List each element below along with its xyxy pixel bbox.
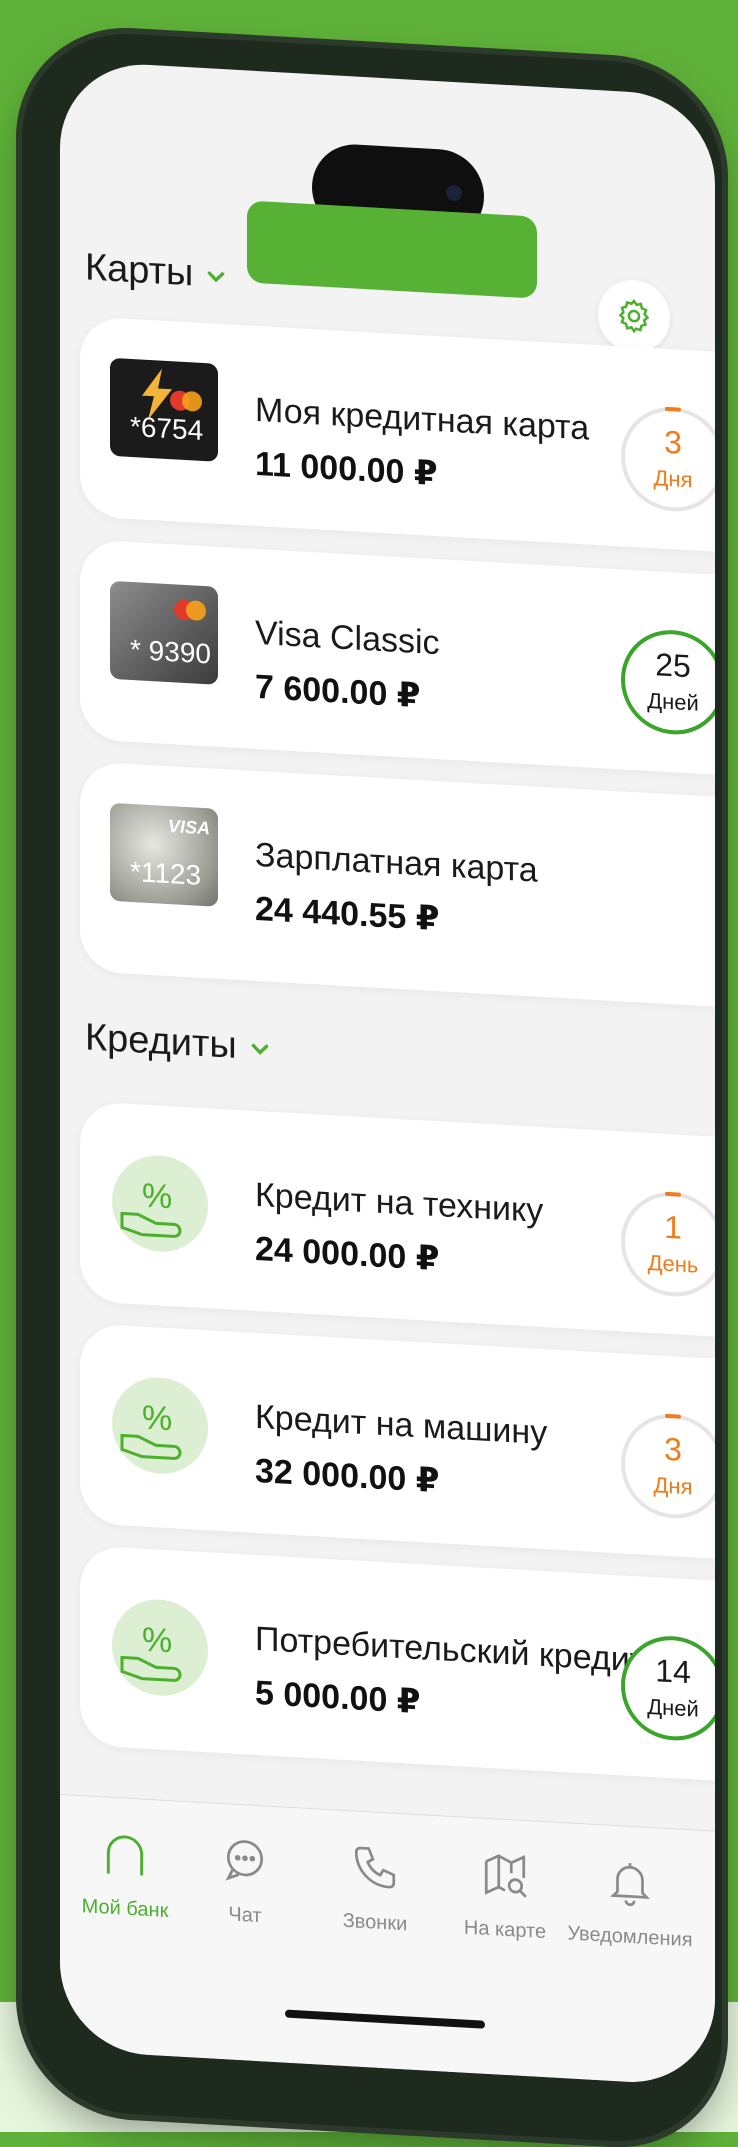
card-item[interactable]: VISA *1123 Зарплатная карта 24 440.55 ₽: [80, 761, 715, 1010]
visa-logo: VISA: [167, 816, 210, 839]
tab-label: Звонки: [342, 1909, 408, 1936]
mastercard-logo-icon: [170, 390, 202, 412]
top-banner: [247, 200, 537, 299]
cards-section-toggle[interactable]: Карты: [85, 246, 229, 297]
credit-balance: 5 000.00 ₽: [255, 1673, 421, 1722]
settings-button[interactable]: [598, 278, 670, 355]
due-days-unit: Дней: [647, 687, 699, 716]
credit-balance: 32 000.00 ₽: [255, 1451, 440, 1501]
bottom-tab-bar: Мой банк Чат Звонки На карте Уведомления: [60, 1794, 715, 2087]
card-balance: 7 600.00 ₽: [255, 667, 421, 716]
card-item[interactable]: *6754 Моя кредитная карта 11 000.00 ₽ 3 …: [80, 316, 715, 555]
chat-icon: [225, 1840, 264, 1881]
due-days-unit: Дней: [647, 1693, 699, 1722]
cards-section-title: Карты: [85, 246, 194, 295]
card-name: Моя кредитная карта: [255, 390, 590, 448]
card-name: Visa Classic: [255, 613, 440, 663]
card-number: *6754: [130, 410, 204, 447]
due-days-indicator: 3 Дня: [621, 404, 715, 515]
percent-hand-icon: %: [120, 1621, 182, 1682]
due-days-indicator: 1 День: [621, 1189, 715, 1300]
due-days-unit: Дня: [653, 465, 693, 493]
card-name: Зарплатная карта: [255, 835, 538, 890]
due-days-number: 14: [655, 1652, 691, 1691]
mastercard-logo-icon: [174, 599, 206, 621]
tab-label: На карте: [463, 1916, 547, 1944]
credit-icon: %: [112, 1152, 208, 1255]
credit-icon: %: [112, 1596, 208, 1699]
phone-icon: [354, 1846, 396, 1889]
due-days-unit: День: [647, 1249, 699, 1278]
percent-hand-icon: %: [120, 1399, 182, 1460]
due-days-number: 25: [655, 646, 691, 685]
card-balance: 11 000.00 ₽: [255, 444, 438, 494]
bank-icon: [106, 1835, 144, 1876]
credits-section-toggle[interactable]: Кредиты: [85, 1016, 273, 1069]
credit-name: Потребительский кредит: [255, 1619, 646, 1680]
bell-icon: [610, 1863, 650, 1907]
due-days-number: 3: [664, 423, 682, 461]
card-balance: 24 440.55 ₽: [255, 889, 440, 939]
tab-label: Чат: [228, 1903, 262, 1928]
credit-name: Кредит на технику: [255, 1175, 544, 1231]
credit-item[interactable]: % Кредит на машину 32 000.00 ₽ 3 Дня: [80, 1323, 715, 1562]
svg-text:%: %: [142, 1177, 172, 1217]
due-days-indicator: 14 Дней: [621, 1633, 715, 1744]
chevron-down-icon: [207, 270, 226, 282]
credit-item[interactable]: % Кредит на технику 24 000.00 ₽ 1 День: [80, 1101, 715, 1340]
credits-section-title: Кредиты: [85, 1016, 237, 1067]
tab-chat[interactable]: Чат: [180, 1832, 310, 1931]
card-number: * 9390: [130, 633, 211, 670]
svg-text:%: %: [142, 1621, 172, 1661]
tab-my-bank[interactable]: Мой банк: [60, 1825, 190, 1924]
card-number: *1123: [130, 855, 202, 891]
tab-map[interactable]: На карте: [440, 1846, 570, 1945]
credit-icon: %: [112, 1374, 208, 1477]
svg-text:%: %: [142, 1399, 172, 1439]
chevron-down-icon: [250, 1042, 269, 1055]
tab-label: Мой банк: [81, 1895, 169, 1923]
due-days-unit: Дня: [653, 1472, 693, 1500]
tab-label: Уведомления: [567, 1922, 693, 1952]
home-indicator[interactable]: [285, 2009, 485, 2029]
phone-screen: Карты + *6754 Моя кредитная карта 11 000…: [60, 60, 715, 2087]
map-search-icon: [484, 1854, 527, 1898]
credit-balance: 24 000.00 ₽: [255, 1229, 440, 1279]
due-days-number: 3: [664, 1430, 682, 1468]
due-days-number: 1: [664, 1208, 682, 1246]
due-days-indicator: 3 Дня: [621, 1411, 715, 1522]
percent-hand-icon: %: [120, 1177, 182, 1238]
credit-name: Кредит на машину: [255, 1397, 548, 1453]
tab-calls[interactable]: Звонки: [310, 1839, 440, 1938]
card-thumbnail: VISA *1123: [110, 802, 218, 907]
camera: [446, 184, 462, 202]
credit-item[interactable]: % Потребительский кредит 5 000.00 ₽ 14 Д…: [80, 1545, 715, 1784]
gear-icon: [618, 299, 650, 334]
card-item[interactable]: * 9390 Visa Classic 7 600.00 ₽ 25 Дней: [80, 539, 715, 778]
tab-notifications[interactable]: Уведомления: [565, 1853, 695, 1952]
card-thumbnail: * 9390: [110, 580, 218, 685]
due-days-indicator: 25 Дней: [621, 627, 715, 738]
card-thumbnail: *6754: [110, 357, 218, 462]
